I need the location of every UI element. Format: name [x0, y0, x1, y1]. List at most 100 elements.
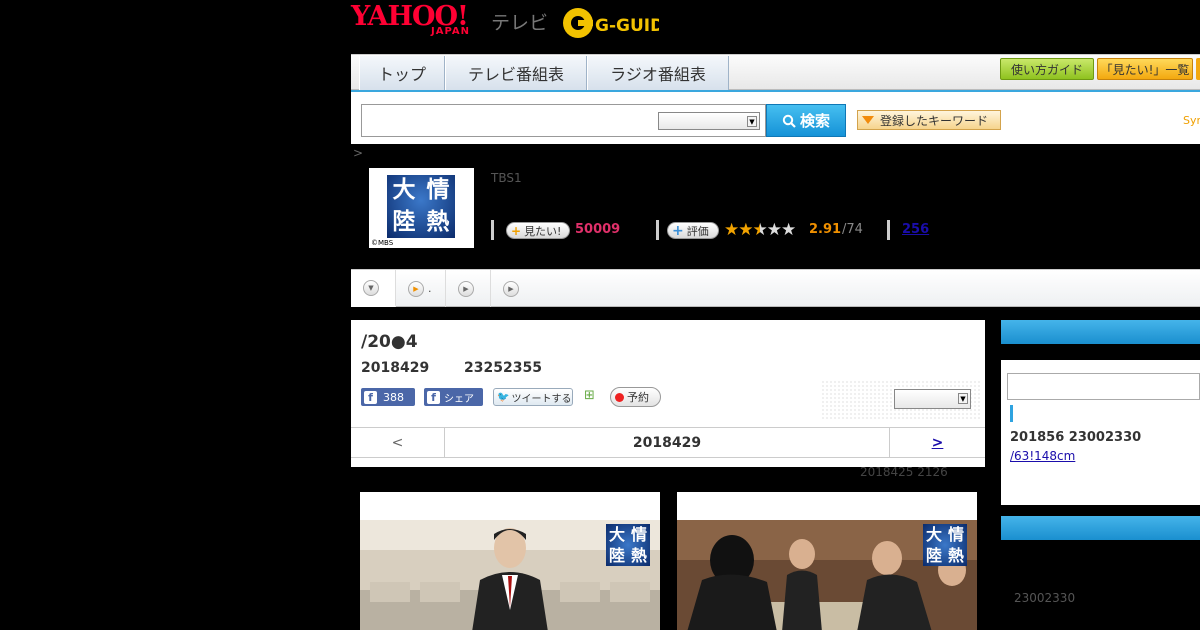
subtab-main[interactable]: ▼ [351, 270, 396, 307]
episode-box: /20●4 2018429 23252355 f 388 f シェア 🐦 ツイー… [351, 320, 985, 467]
rating-button-label: 評価 [686, 224, 709, 238]
episode-image-2[interactable]: 大 情 陸 熱 [677, 492, 977, 630]
star-empty-icon: ★ [766, 220, 782, 240]
sidebar-header [1001, 320, 1200, 344]
record-icon [615, 392, 624, 402]
thumbnail-copyright: ©MBS [371, 239, 394, 247]
rating-button[interactable]: + 評価 [667, 222, 719, 239]
mitai-button-label: 見たい! [524, 224, 562, 238]
facebook-like-button[interactable]: f 388 [361, 388, 415, 406]
episode-time: 23252355 [464, 360, 542, 376]
play-icon: ▶ [408, 280, 424, 297]
program-subtabs: ▼ ▶ . ▶ ▶ [351, 269, 1200, 307]
rating-value: 2.91 [809, 222, 842, 237]
nav-edge-button[interactable] [1196, 58, 1200, 80]
mitai-button[interactable]: + 見たい! [506, 222, 570, 239]
chevron-down-icon: ▼ [747, 116, 757, 127]
search-bar: ▼ 検索 登録したキーワード Syn [351, 90, 1200, 144]
program-logo-char: 熱 [426, 208, 450, 235]
channel-name: TBS1 [491, 171, 522, 185]
rating-stars: ★★★★★ [724, 220, 796, 240]
sidebar-next: 23002330 [1001, 516, 1200, 630]
program-logo-char: 熱 [630, 546, 647, 565]
mitai-count: 50009 [575, 222, 621, 237]
sidebar-field[interactable] [1007, 373, 1200, 400]
saved-keywords-button[interactable]: 登録したキーワード [857, 110, 1001, 130]
sidebar-schedule: 201856 23002330 [1010, 430, 1142, 445]
rating-count: /74 [842, 222, 863, 237]
program-logo-char: 情 [630, 525, 647, 544]
subtab-label: . [428, 282, 432, 295]
reserve-button[interactable]: 予約 [610, 387, 661, 407]
pager-next-link[interactable]: > [889, 428, 985, 457]
search-category-select[interactable]: ▼ [658, 112, 760, 130]
program-logo-char: 陸 [608, 546, 625, 565]
pager-date: 2018429 [632, 434, 702, 451]
program-logo-char: 情 [426, 177, 450, 203]
subtab-1[interactable]: ▶ . [396, 270, 446, 307]
star-filled-icon: ★ [738, 220, 753, 240]
comment-count-link[interactable]: 256 [902, 222, 929, 237]
facebook-icon: f [364, 390, 377, 404]
gguide-logo-text: G-GUIDE [595, 16, 659, 36]
program-thumbnail[interactable]: 大 情 陸 熱 ©MBS [369, 168, 474, 248]
yahoo-japan-label: JAPAN [431, 26, 470, 37]
like-count: 388 [383, 390, 404, 404]
sidebar-time: 23002330 [1014, 591, 1076, 605]
program-logo-char: 陸 [925, 546, 942, 565]
facebook-share-button[interactable]: f シェア [424, 388, 483, 406]
add-icon[interactable]: ⊞ [584, 388, 600, 405]
tab-top[interactable]: トップ [359, 56, 445, 90]
program-logo-char: 大 [608, 525, 625, 544]
play-icon: ▶ [458, 280, 474, 297]
updated-timestamp: 2018425 2126 [860, 465, 948, 479]
share-label: シェア [444, 393, 474, 405]
page-wrapper: YAHOO! JAPAN テレビ G-GUIDE トップ テレビ番組表 ラジオ番… [351, 0, 1200, 630]
search-button[interactable]: 検索 [766, 104, 846, 137]
program-logo-overlay: 大 情 陸 熱 [923, 524, 967, 566]
subtab-2[interactable]: ▶ [446, 270, 491, 307]
guide-button[interactable]: 使い方ガイド [1000, 58, 1094, 80]
sidebar-header [1001, 516, 1200, 540]
sidebar-link[interactable]: /63!148cm [1010, 449, 1075, 463]
main-nav: トップ テレビ番組表 ラジオ番組表 使い方ガイド 「見たい!」一覧 [351, 54, 1200, 90]
date-pager: < 2018429 > [351, 427, 985, 458]
reserve-label: 予約 [627, 391, 649, 404]
sidebar-accent [1010, 405, 1013, 422]
triangle-down-icon [862, 116, 874, 124]
tab-tv-schedule[interactable]: テレビ番組表 [445, 56, 587, 90]
episode-image-1[interactable]: 大 情 陸 熱 [360, 492, 660, 630]
pager-prev-button[interactable]: < [351, 428, 445, 457]
sidebar-panel: 201856 23002330 /63!148cm [1001, 360, 1200, 505]
chevron-down-icon: ▼ [958, 393, 968, 404]
site-header: YAHOO! JAPAN テレビ G-GUIDE [351, 0, 1200, 54]
program-logo-overlay: 大 情 陸 熱 [606, 524, 650, 566]
chevron-down-icon: ▼ [363, 279, 379, 296]
plus-icon: + [672, 222, 684, 239]
program-logo-char: 陸 [392, 208, 416, 235]
search-icon [782, 114, 796, 128]
episode-select[interactable]: ▼ [894, 389, 971, 409]
star-filled-icon: ★ [724, 220, 739, 240]
program-logo-char: 情 [947, 525, 964, 544]
twitter-bird-icon: 🐦 [497, 391, 510, 403]
search-button-label: 検索 [799, 112, 830, 130]
breadcrumb: > [353, 146, 364, 160]
star-half-icon: ★ [752, 220, 768, 240]
sidebar-related: 201856 23002330 /63!148cm [1001, 320, 1200, 505]
episode-title: /20●4 [361, 332, 418, 352]
facebook-icon: f [427, 390, 440, 404]
tweet-label: ツイートする [511, 393, 572, 405]
saved-keywords-label: 登録したキーワード [880, 113, 989, 128]
subtab-3[interactable]: ▶ [491, 270, 536, 307]
tweet-button[interactable]: 🐦 ツイートする [493, 388, 573, 406]
tab-radio-schedule[interactable]: ラジオ番組表 [587, 56, 729, 90]
program-logo: 大 情 陸 熱 [387, 175, 455, 238]
program-logo-char: 大 [925, 525, 942, 544]
play-icon: ▶ [503, 280, 519, 297]
program-logo-char: 熱 [947, 546, 964, 565]
mitai-list-button[interactable]: 「見たい!」一覧 [1097, 58, 1193, 80]
tv-label[interactable]: テレビ [491, 8, 548, 35]
plus-icon: + [511, 223, 522, 238]
gguide-logo[interactable]: G-GUIDE [561, 6, 659, 40]
